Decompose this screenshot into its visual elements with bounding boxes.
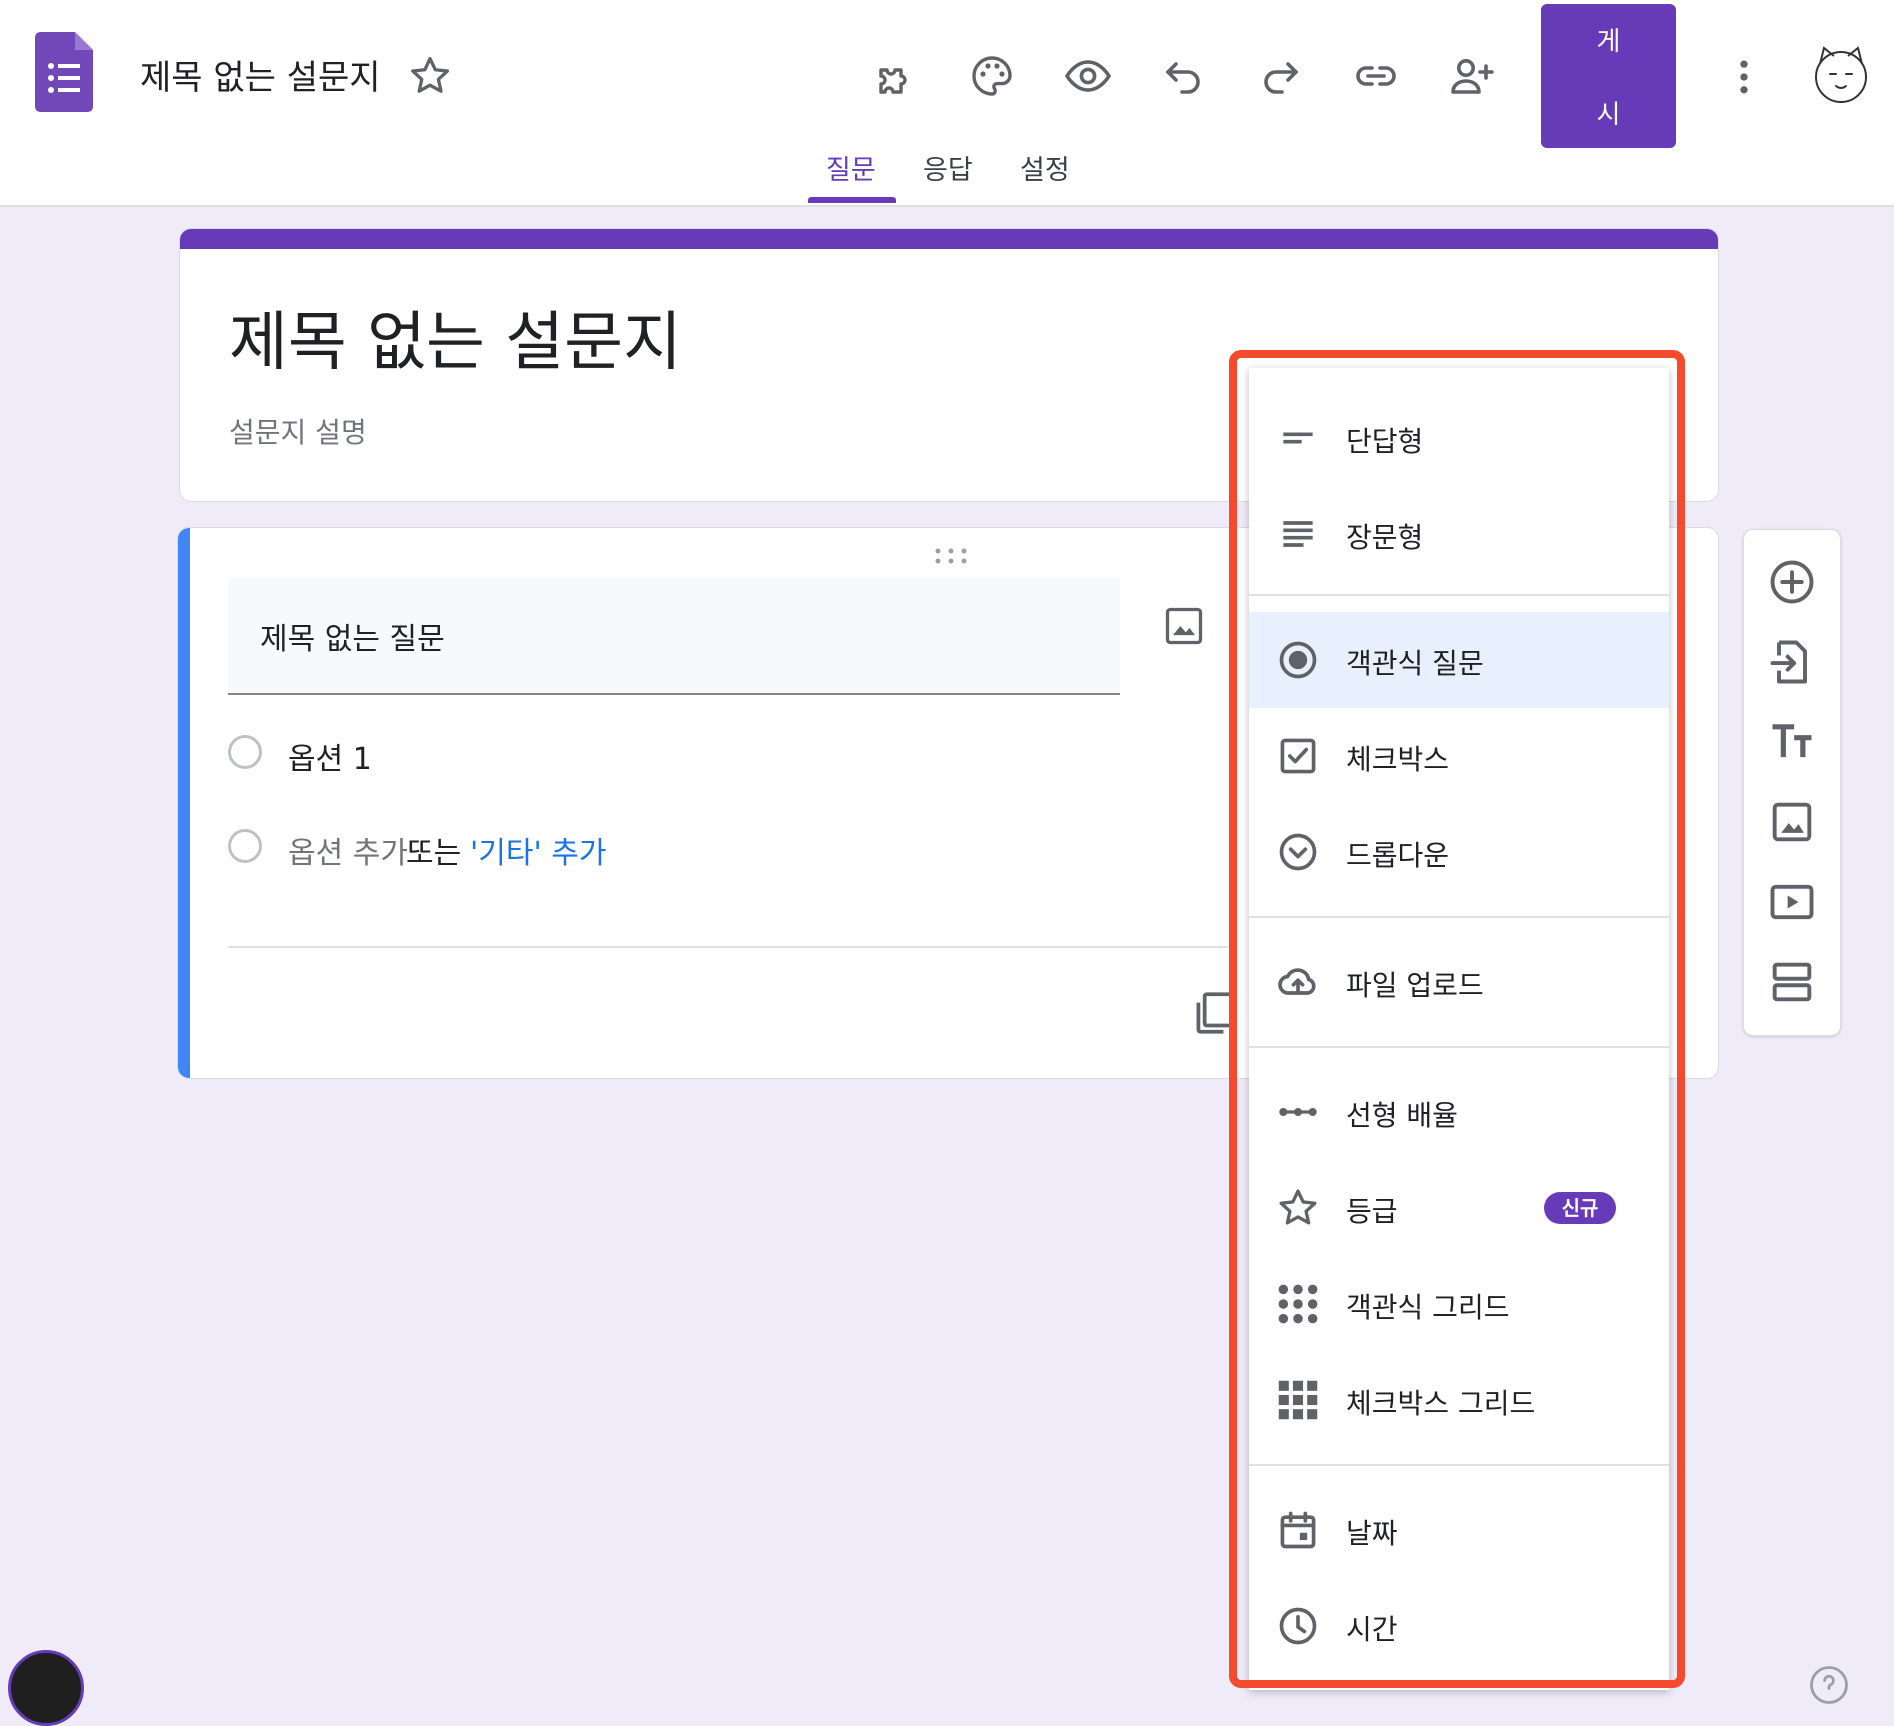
- question-title-text: 제목 없는 질문: [260, 622, 445, 657]
- extension-badge-icon[interactable]: [8, 1650, 84, 1726]
- menu-item-checkbox-grid[interactable]: 체크박스 그리드: [1249, 1352, 1669, 1448]
- add-other-link[interactable]: '기타' 추가: [470, 828, 606, 872]
- menu-divider: [1249, 1464, 1669, 1466]
- new-badge: 신규: [1544, 1192, 1616, 1224]
- add-option-radio-icon: [228, 829, 262, 863]
- active-tab-indicator: [808, 197, 896, 203]
- publish-button[interactable]: 게 시: [1541, 4, 1676, 148]
- publish-label-line1: 게: [1596, 27, 1621, 57]
- menu-item-label: 시간: [1346, 1613, 1398, 1646]
- menu-item-multiple-choice[interactable]: 객관식 질문: [1249, 612, 1669, 708]
- more-options-icon[interactable]: [1722, 55, 1766, 99]
- option-radio-icon: [228, 735, 262, 769]
- redo-icon[interactable]: [1256, 52, 1304, 100]
- add-title-icon[interactable]: [1766, 716, 1818, 768]
- menu-item-dropdown[interactable]: 드롭다운: [1249, 804, 1669, 900]
- add-collaborator-icon[interactable]: [1448, 52, 1496, 100]
- question-footer-divider: [228, 946, 1228, 948]
- checkbox-grid-icon: [1276, 1378, 1320, 1422]
- menu-divider: [1249, 1046, 1669, 1048]
- title-card-accent-bar: [180, 229, 1718, 249]
- add-image-icon[interactable]: [1766, 796, 1818, 848]
- addon-icon[interactable]: [873, 52, 921, 100]
- menu-item-label: 장문형: [1346, 521, 1424, 554]
- menu-item-label: 단답형: [1346, 425, 1424, 458]
- add-section-icon[interactable]: [1766, 956, 1818, 1008]
- menu-item-date[interactable]: 날짜: [1249, 1482, 1669, 1578]
- side-toolbar: [1743, 529, 1841, 1036]
- checkbox-icon: [1276, 734, 1320, 778]
- add-image-icon[interactable]: [1162, 604, 1206, 648]
- add-question-icon[interactable]: [1766, 556, 1818, 608]
- cloud-upload-icon: [1276, 960, 1320, 1004]
- menu-item-label: 체크박스: [1346, 743, 1450, 776]
- or-text: 또는: [406, 836, 462, 871]
- help-icon[interactable]: [1808, 1664, 1850, 1706]
- question-title-input[interactable]: 제목 없는 질문: [228, 578, 1120, 695]
- tab-questions[interactable]: 질문: [826, 148, 876, 187]
- tab-settings[interactable]: 설정: [1020, 148, 1070, 187]
- menu-item-label: 객관식 그리드: [1346, 1291, 1510, 1324]
- preview-eye-icon[interactable]: [1064, 52, 1112, 100]
- radio-icon: [1276, 638, 1320, 682]
- radio-grid-icon: [1276, 1282, 1320, 1326]
- menu-item-label: 객관식 질문: [1346, 647, 1484, 680]
- star-icon[interactable]: [408, 54, 452, 98]
- menu-item-multiple-choice-grid[interactable]: 객관식 그리드: [1249, 1256, 1669, 1352]
- menu-item-label: 파일 업로드: [1346, 969, 1484, 1002]
- link-icon[interactable]: [1352, 52, 1400, 100]
- import-questions-icon[interactable]: [1766, 636, 1818, 688]
- active-question-indicator: [178, 528, 190, 1078]
- menu-item-label: 선형 배율: [1346, 1099, 1458, 1132]
- clock-icon: [1276, 1604, 1320, 1648]
- menu-item-time[interactable]: 시간: [1249, 1578, 1669, 1674]
- menu-divider: [1249, 594, 1669, 596]
- menu-divider: [1249, 916, 1669, 918]
- menu-item-label: 체크박스 그리드: [1346, 1387, 1536, 1420]
- duplicate-icon[interactable]: [1188, 988, 1238, 1038]
- menu-item-checkbox[interactable]: 체크박스: [1249, 708, 1669, 804]
- publish-label-line2: 시: [1596, 100, 1621, 130]
- paragraph-icon: [1276, 512, 1320, 556]
- tab-responses[interactable]: 응답: [923, 148, 973, 187]
- menu-item-rating[interactable]: 등급 신규: [1249, 1160, 1669, 1256]
- menu-item-label: 날짜: [1346, 1517, 1398, 1550]
- short-answer-icon: [1276, 416, 1320, 460]
- option-1-label[interactable]: 옵션 1: [288, 734, 372, 778]
- document-title[interactable]: 제목 없는 설문지: [140, 50, 381, 99]
- form-description-field[interactable]: 설문지 설명: [229, 411, 367, 451]
- undo-icon[interactable]: [1160, 52, 1208, 100]
- calendar-icon: [1276, 1508, 1320, 1552]
- form-title[interactable]: 제목 없는 설문지: [229, 291, 682, 383]
- avatar[interactable]: [1810, 44, 1872, 106]
- drag-handle-icon[interactable]: [933, 546, 969, 566]
- dropdown-icon: [1276, 830, 1320, 874]
- app-header: 제목 없는 설문지 게 시 질문 응답 설정: [0, 0, 1894, 207]
- menu-item-linear-scale[interactable]: 선형 배율: [1249, 1064, 1669, 1160]
- menu-item-short-answer[interactable]: 단답형: [1249, 390, 1669, 486]
- add-option-link[interactable]: 옵션 추가: [288, 828, 408, 872]
- add-video-icon[interactable]: [1766, 876, 1818, 928]
- menu-item-paragraph[interactable]: 장문형: [1249, 486, 1669, 582]
- star-icon: [1276, 1186, 1320, 1230]
- menu-item-file-upload[interactable]: 파일 업로드: [1249, 934, 1669, 1030]
- linear-scale-icon: [1276, 1090, 1320, 1134]
- palette-icon[interactable]: [968, 52, 1016, 100]
- question-type-menu: 단답형 장문형 객관식 질문 체크박스 드롭다운 파일 업로드 선형 배율 등급…: [1249, 368, 1669, 1690]
- menu-item-label: 등급: [1346, 1195, 1398, 1228]
- menu-item-label: 드롭다운: [1346, 839, 1450, 872]
- forms-logo-icon[interactable]: [35, 32, 93, 112]
